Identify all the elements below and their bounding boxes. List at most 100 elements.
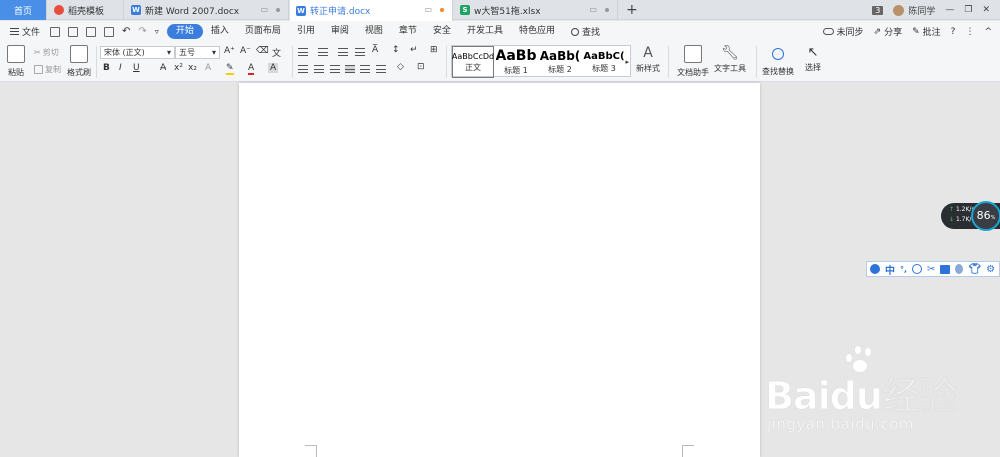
- more-icon[interactable]: ⋮: [965, 27, 974, 37]
- style-heading-2[interactable]: AaBb( 标题 2: [538, 46, 582, 78]
- align-justify-icon[interactable]: [345, 65, 355, 73]
- increase-indent-icon[interactable]: [355, 48, 365, 56]
- decrease-indent-icon[interactable]: [338, 48, 348, 56]
- menu-item-page-layout[interactable]: 页面布局: [237, 24, 289, 39]
- text-effect-icon[interactable]: A: [205, 63, 211, 73]
- char-shading-icon[interactable]: A: [268, 63, 279, 73]
- font-size-select[interactable]: 五号 ▾: [175, 46, 220, 59]
- sort-icon[interactable]: ↕: [392, 45, 400, 55]
- line-spacing-icon[interactable]: [376, 65, 386, 73]
- screen-icon[interactable]: ▭: [424, 5, 432, 14]
- help-icon[interactable]: ?: [951, 27, 956, 37]
- menu-item-review[interactable]: 审阅: [323, 24, 357, 39]
- style-normal[interactable]: AaBbCcDd 正文: [452, 46, 494, 78]
- user-account[interactable]: 陈同学: [893, 4, 935, 17]
- menu-item-home[interactable]: 开始: [166, 24, 203, 39]
- new-style-button[interactable]: A 新样式: [636, 45, 660, 74]
- memory-gauge[interactable]: 86%: [971, 201, 1000, 231]
- menu-item-developer[interactable]: 开发工具: [459, 24, 511, 39]
- shading-icon[interactable]: ◇: [397, 62, 404, 72]
- format-painter-button[interactable]: 格式刷: [67, 45, 91, 78]
- menu-item-security[interactable]: 安全: [425, 24, 459, 39]
- subscript-icon[interactable]: x₂: [188, 63, 197, 73]
- comment-button[interactable]: ✎ 批注: [912, 25, 941, 39]
- style-heading-3[interactable]: AaBbC( 标题 3: [582, 46, 626, 78]
- numbered-list-icon[interactable]: [318, 48, 328, 56]
- file-menu[interactable]: 文件: [0, 25, 46, 38]
- align-left-icon[interactable]: [298, 65, 308, 73]
- punctuation-icon[interactable]: °,: [900, 265, 907, 274]
- shrink-font-icon[interactable]: A⁻: [240, 46, 251, 56]
- paste-button[interactable]: 粘贴: [7, 45, 25, 78]
- emoji-icon[interactable]: [912, 264, 923, 274]
- screen-icon[interactable]: ▭: [589, 5, 597, 14]
- cut-button[interactable]: ✂ 剪切: [34, 47, 59, 58]
- menu-item-view[interactable]: 视图: [357, 24, 391, 39]
- menu-item-chapter[interactable]: 章节: [391, 24, 425, 39]
- export-pdf-icon[interactable]: [68, 26, 79, 37]
- align-center-icon[interactable]: [314, 65, 324, 73]
- align-right-icon[interactable]: [330, 65, 340, 73]
- skin-icon[interactable]: 👕︎: [968, 264, 981, 275]
- highlight-icon[interactable]: ✎: [226, 63, 234, 75]
- window-count-badge[interactable]: 3: [872, 5, 884, 15]
- find-replace-button[interactable]: 查找替换: [762, 45, 794, 77]
- style-heading-1[interactable]: AaBb 标题 1: [494, 46, 538, 78]
- bullet-list-icon[interactable]: [298, 48, 308, 56]
- user-icon[interactable]: [955, 264, 964, 274]
- borders-icon[interactable]: ⊡: [417, 62, 425, 72]
- settings-gear-icon[interactable]: ⚙: [986, 264, 995, 275]
- phonetic-guide-icon[interactable]: 文: [272, 46, 281, 59]
- strikethrough-icon[interactable]: A̶: [160, 63, 166, 73]
- distributed-align-icon[interactable]: [360, 65, 370, 73]
- table-icon[interactable]: ⊞: [430, 45, 438, 55]
- tab-xlsx-doc[interactable]: S w大智51拖.xlsx ▭: [454, 0, 618, 20]
- ime-mode-toggle[interactable]: 中: [885, 262, 895, 277]
- tab-new-word-doc[interactable]: W 新建 Word 2007.docx ▭: [125, 0, 289, 20]
- unsaved-dot[interactable]: [440, 8, 444, 12]
- tab-close-dot[interactable]: [276, 8, 280, 12]
- superscript-icon[interactable]: x²: [174, 63, 183, 73]
- bold-button[interactable]: B: [103, 63, 110, 73]
- font-color-icon[interactable]: A: [248, 63, 255, 75]
- new-tab-plus-icon[interactable]: +: [626, 2, 638, 18]
- menu-item-special-apps[interactable]: 特色应用: [511, 24, 563, 39]
- redo-icon[interactable]: ↷: [138, 26, 146, 37]
- clear-format-icon[interactable]: ⌫: [256, 46, 269, 56]
- restore-icon[interactable]: ❐: [964, 5, 972, 15]
- font-name-select[interactable]: 宋体 (正文) ▾: [100, 46, 175, 59]
- ime-logo-icon[interactable]: [870, 264, 880, 274]
- underline-button[interactable]: U: [133, 63, 140, 73]
- close-icon[interactable]: ✕: [982, 5, 990, 15]
- doc-assistant-button[interactable]: 文档助手: [677, 45, 709, 78]
- search-button[interactable]: 查找: [563, 25, 608, 38]
- select-button[interactable]: ↖ 选择: [805, 45, 821, 73]
- menu-item-references[interactable]: 引用: [289, 24, 323, 39]
- show-marks-icon[interactable]: ↵: [410, 45, 418, 55]
- screen-icon[interactable]: ▭: [260, 5, 268, 14]
- chinese-layout-icon[interactable]: A̅: [372, 45, 378, 55]
- grow-font-icon[interactable]: A⁺: [224, 46, 235, 56]
- print-preview-icon[interactable]: [104, 26, 115, 37]
- sync-button[interactable]: 未同步: [822, 25, 864, 38]
- text-tools-button[interactable]: 🔧︎ 文字工具: [714, 45, 746, 74]
- voice-icon[interactable]: ✂: [927, 264, 935, 275]
- share-button[interactable]: ⇗ 分享: [874, 25, 903, 39]
- tab-docer-templates[interactable]: 稻壳模板: [48, 0, 124, 20]
- network-speed-widget[interactable]: ↑ 1.2K/s ↓ 1.7K/s 86%: [941, 201, 1000, 231]
- keyboard-icon[interactable]: [940, 264, 951, 274]
- print-icon[interactable]: [86, 26, 97, 37]
- tab-home[interactable]: 首页: [0, 0, 47, 20]
- italic-button[interactable]: I: [119, 63, 122, 73]
- undo-icon[interactable]: ↶: [122, 26, 130, 37]
- document-page[interactable]: [239, 83, 760, 457]
- tab-close-dot[interactable]: [605, 8, 609, 12]
- minimize-icon[interactable]: —: [945, 5, 954, 15]
- customize-dropdown-icon[interactable]: ▿: [155, 27, 159, 36]
- copy-button[interactable]: 复制: [34, 64, 61, 75]
- menu-item-insert[interactable]: 插入: [203, 24, 237, 39]
- save-icon[interactable]: [50, 26, 61, 37]
- styles-more-icon[interactable]: ▸: [625, 58, 629, 66]
- collapse-ribbon-icon[interactable]: ^: [984, 27, 992, 37]
- tab-active-doc[interactable]: W 转正申请.docx ▭: [290, 0, 453, 21]
